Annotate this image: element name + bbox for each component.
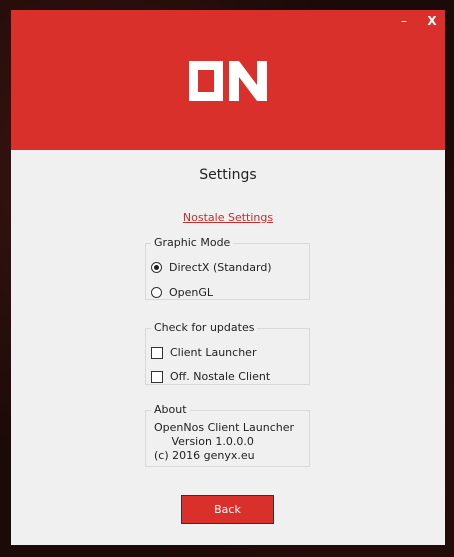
updates-legend: Check for updates xyxy=(151,321,258,335)
opennos-on-logo-icon xyxy=(189,61,267,101)
page-title: Settings xyxy=(199,167,257,183)
about-legend: About xyxy=(151,403,190,417)
client-launcher-checkbox-option[interactable]: Client Launcher xyxy=(151,346,256,359)
client-launcher-checkbox[interactable] xyxy=(151,346,163,359)
directx-radio-option[interactable]: DirectX (Standard) xyxy=(151,261,272,274)
nostale-client-checkbox-option[interactable]: Off. Nostale Client xyxy=(151,370,270,383)
about-app-name: OpenNos Client Launcher xyxy=(154,421,295,434)
client-launcher-label: Client Launcher xyxy=(170,346,257,359)
header-bar: – X xyxy=(11,10,445,150)
back-button[interactable]: Back xyxy=(181,495,274,524)
radio-selected-dot xyxy=(154,265,159,270)
opengl-label: OpenGL xyxy=(169,286,214,299)
about-group: About OpenNos Client Launcher Version 1.… xyxy=(145,403,310,467)
graphic-mode-group: Graphic Mode DirectX (Standard) OpenGL xyxy=(145,236,310,300)
nostale-client-checkbox[interactable] xyxy=(151,370,163,383)
graphic-mode-legend: Graphic Mode xyxy=(151,236,234,250)
about-version: Version 1.0.0.0 xyxy=(154,435,254,448)
minimize-button[interactable]: – xyxy=(397,14,411,28)
about-text: OpenNos Client Launcher Version 1.0.0.0 … xyxy=(154,421,294,463)
close-button[interactable]: X xyxy=(425,14,439,28)
launcher-window: – X Settings Nostale Settings Graphic Mo… xyxy=(11,10,445,545)
nostale-client-label: Off. Nostale Client xyxy=(170,370,271,383)
nostale-settings-link[interactable]: Nostale Settings xyxy=(11,211,445,224)
directx-radio[interactable] xyxy=(151,262,162,273)
directx-label: DirectX (Standard) xyxy=(169,261,272,274)
opengl-radio-option[interactable]: OpenGL xyxy=(151,286,213,299)
opengl-radio[interactable] xyxy=(151,287,162,298)
updates-group: Check for updates Client Launcher Off. N… xyxy=(145,321,310,385)
about-copyright: (c) 2016 genyx.eu xyxy=(154,449,255,462)
